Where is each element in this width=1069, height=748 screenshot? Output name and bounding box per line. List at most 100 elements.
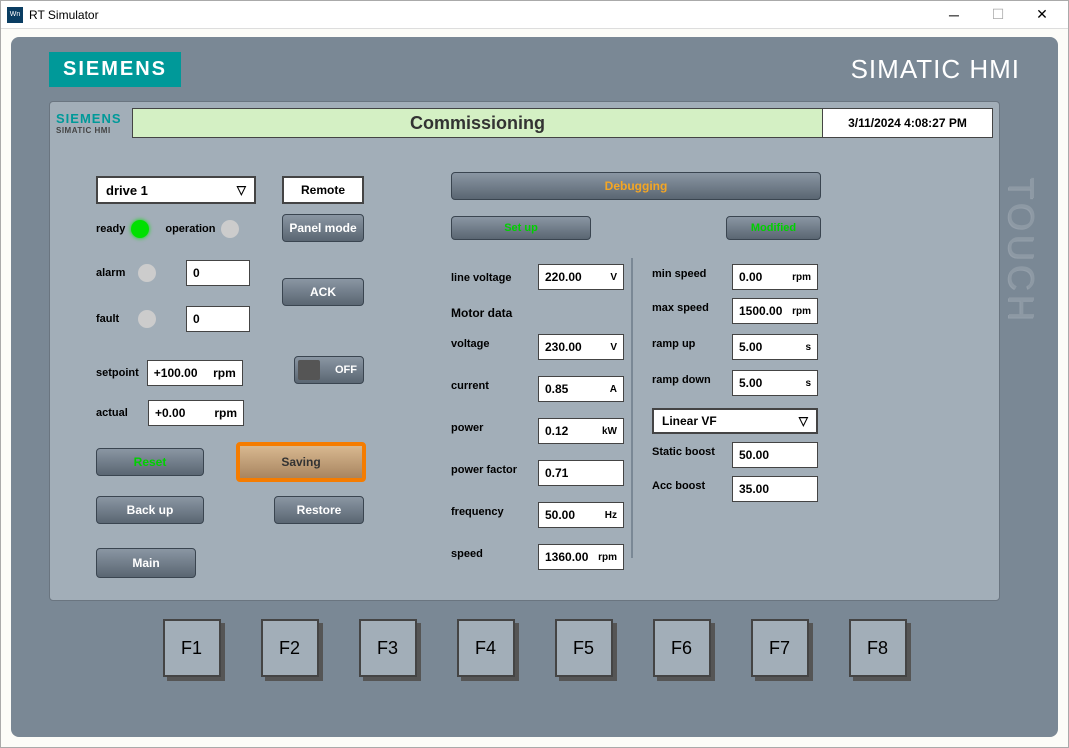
status-ready-row: ready operation [96, 220, 239, 238]
line-voltage-input[interactable]: 220.00 V [538, 264, 624, 290]
hmi-screen: SIEMENS SIMATIC HMI Commissioning 3/11/2… [49, 101, 1000, 601]
window-controls: ─ ☐ ✕ [934, 4, 1062, 26]
line-voltage-unit: V [610, 272, 617, 283]
app-window: Wn RT Simulator ─ ☐ ✕ SIEMENS SIMATIC HM… [0, 0, 1069, 748]
ready-label: ready [96, 223, 125, 235]
status-fault-row: fault 0 [96, 306, 250, 332]
minspeed-input[interactable]: 0.00 rpm [732, 264, 818, 290]
off-toggle-label: OFF [335, 364, 357, 376]
reset-button[interactable]: Reset [96, 448, 204, 476]
setpoint-off-toggle[interactable]: OFF [294, 356, 364, 384]
maxspeed-value: 1500.00 [739, 304, 782, 318]
chevron-down-icon: ▽ [237, 183, 246, 197]
motor-current-unit: A [610, 384, 617, 395]
alarm-value[interactable]: 0 [186, 260, 250, 286]
fault-label: fault [96, 313, 132, 325]
motor-pf-input[interactable]: 0.71 [538, 460, 624, 486]
rampdown-label: ramp down [652, 374, 711, 386]
motor-speed-value: 1360.00 [545, 550, 588, 564]
motor-freq-input[interactable]: 50.00 Hz [538, 502, 624, 528]
screen-siemens: SIEMENS [56, 111, 132, 126]
rampup-input[interactable]: 5.00 s [732, 334, 818, 360]
motor-current-input[interactable]: 0.85 A [538, 376, 624, 402]
vf-mode-selector[interactable]: Linear VF ▽ [652, 408, 818, 434]
remote-mode-indicator[interactable]: Remote [282, 176, 364, 204]
close-button[interactable]: ✕ [1022, 4, 1062, 26]
motor-pf-label: power factor [451, 464, 517, 476]
touch-label: TOUCH [1000, 177, 1042, 324]
off-toggle-wrap: OFF [294, 356, 364, 384]
motor-speed-input[interactable]: 1360.00 rpm [538, 544, 624, 570]
ack-button[interactable]: ACK [282, 278, 364, 306]
maxspeed-unit: rpm [792, 306, 811, 317]
f6-key[interactable]: F6 [653, 619, 711, 677]
line-voltage-value: 220.00 [545, 270, 582, 284]
operation-label: operation [165, 223, 215, 235]
f4-key[interactable]: F4 [457, 619, 515, 677]
acc-boost-value: 35.00 [739, 482, 769, 496]
vf-mode-value: Linear VF [662, 414, 717, 428]
frame-outer: SIEMENS SIMATIC HMI TOUCH SIEMENS SIMATI… [1, 29, 1068, 747]
main-button[interactable]: Main [96, 548, 196, 578]
saving-button[interactable]: Saving [236, 442, 366, 482]
motor-speed-label: speed [451, 548, 483, 560]
panel-mode-button[interactable]: Panel mode [282, 214, 364, 242]
minspeed-value: 0.00 [739, 270, 762, 284]
static-boost-value: 50.00 [739, 448, 769, 462]
f2-key[interactable]: F2 [261, 619, 319, 677]
rampdown-input[interactable]: 5.00 s [732, 370, 818, 396]
siemens-logo: SIEMENS [49, 52, 181, 87]
restore-button[interactable]: Restore [274, 496, 364, 524]
setpoint-row: setpoint +100.00 rpm [96, 360, 243, 386]
actual-label: actual [96, 407, 140, 419]
motor-power-value: 0.12 [545, 424, 568, 438]
motor-current-value: 0.85 [545, 382, 568, 396]
motor-voltage-unit: V [610, 342, 617, 353]
minimize-button[interactable]: ─ [934, 4, 974, 26]
page-title: Commissioning [132, 108, 823, 138]
status-alarm-row: alarm 0 [96, 260, 250, 286]
minspeed-unit: rpm [792, 272, 811, 283]
f3-key[interactable]: F3 [359, 619, 417, 677]
drive-selector[interactable]: drive 1 ▽ [96, 176, 256, 204]
motor-freq-value: 50.00 [545, 508, 575, 522]
datetime-display: 3/11/2024 4:08:27 PM [823, 108, 993, 138]
debugging-button[interactable]: Debugging [451, 172, 821, 200]
bezel-header: SIEMENS SIMATIC HMI [19, 45, 1050, 93]
chevron-down-icon: ▽ [799, 414, 808, 428]
fault-value[interactable]: 0 [186, 306, 250, 332]
maxspeed-input[interactable]: 1500.00 rpm [732, 298, 818, 324]
backup-button[interactable]: Back up [96, 496, 204, 524]
acc-boost-input[interactable]: 35.00 [732, 476, 818, 502]
maximize-button[interactable]: ☐ [978, 4, 1018, 26]
modified-button[interactable]: Modified [726, 216, 821, 240]
ready-led-icon [131, 220, 149, 238]
alarm-led-icon [138, 264, 156, 282]
f1-key[interactable]: F1 [163, 619, 221, 677]
fault-led-icon [138, 310, 156, 328]
motor-power-input[interactable]: 0.12 kW [538, 418, 624, 444]
actual-row: actual +0.00 rpm [96, 400, 244, 426]
function-keys: F1 F2 F3 F4 F5 F6 F7 F8 [19, 619, 1050, 677]
screen-simatic: SIMATIC HMI [56, 126, 132, 135]
motor-voltage-input[interactable]: 230.00 V [538, 334, 624, 360]
simatic-hmi-label: SIMATIC HMI [851, 54, 1020, 85]
static-boost-input[interactable]: 50.00 [732, 442, 818, 468]
setpoint-label: setpoint [96, 367, 139, 379]
acc-boost-label: Acc boost [652, 480, 705, 492]
setpoint-input[interactable]: +100.00 rpm [147, 360, 243, 386]
column-divider [631, 258, 633, 558]
static-boost-label: Static boost [652, 446, 715, 458]
actual-value: +0.00 [155, 406, 185, 420]
operation-led-icon [221, 220, 239, 238]
setpoint-unit: rpm [213, 366, 236, 380]
line-voltage-label: line voltage [451, 272, 512, 284]
app-icon: Wn [7, 7, 23, 23]
motor-power-unit: kW [602, 426, 617, 437]
f7-key[interactable]: F7 [751, 619, 809, 677]
f8-key[interactable]: F8 [849, 619, 907, 677]
window-title: RT Simulator [29, 8, 934, 22]
setpoint-value: +100.00 [154, 366, 198, 380]
setup-button[interactable]: Set up [451, 216, 591, 240]
f5-key[interactable]: F5 [555, 619, 613, 677]
